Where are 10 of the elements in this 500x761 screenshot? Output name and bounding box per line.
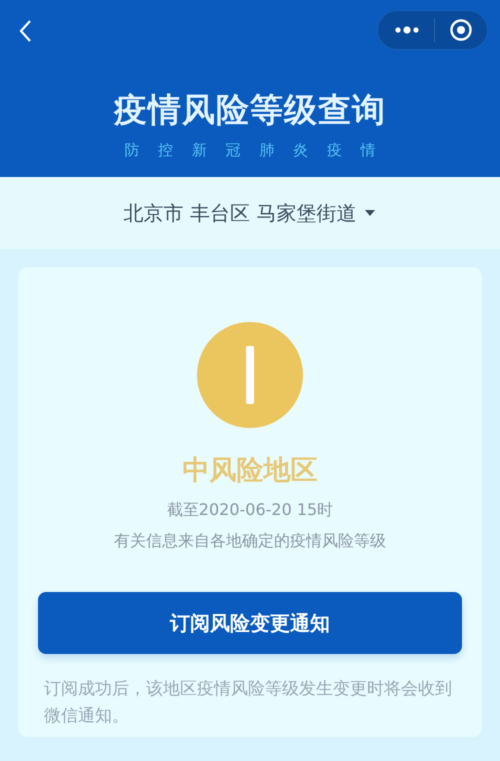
page-subtitle: 防 控 新 冠 肺 炎 疫 情: [123, 141, 377, 160]
source-note: 有关信息来自各地确定的疫情风险等级: [114, 531, 386, 552]
caret-icon: [364, 209, 376, 217]
subscribe-note: 订阅成功后，该地区疫情风险等级发生变更时将会收到微信通知。: [44, 678, 453, 728]
update-time: 截至2020-06-20 15时: [166, 500, 334, 521]
back-icon[interactable]: [18, 19, 32, 43]
page-title: 疫情风险等级查询: [112, 89, 387, 131]
more-icon[interactable]: [394, 25, 420, 35]
risk-level: 中风险地区: [182, 454, 318, 488]
subscribe-button[interactable]: 订阅风险变更通知: [38, 592, 462, 654]
